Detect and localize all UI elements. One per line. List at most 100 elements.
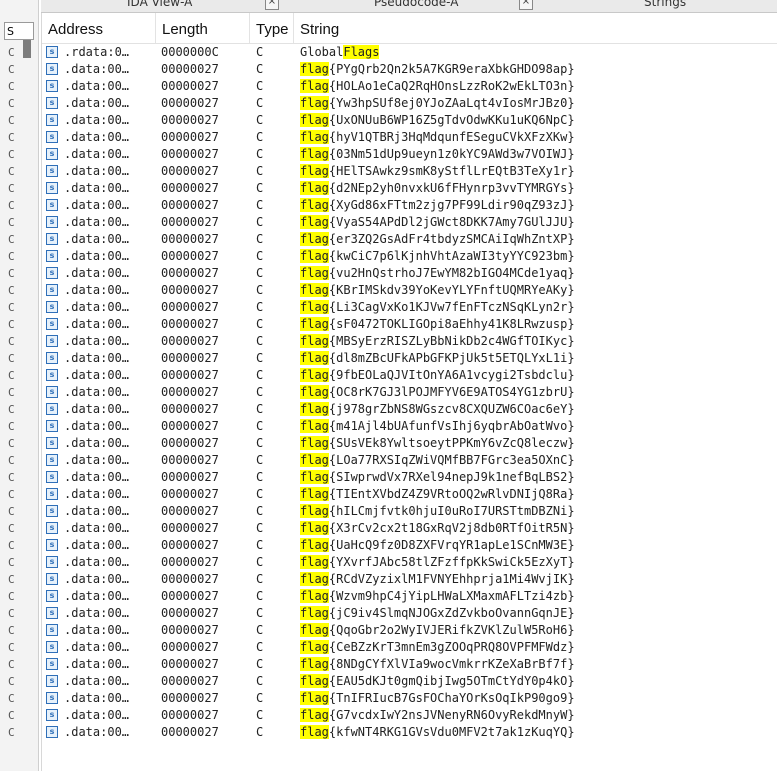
table-row[interactable]: s .data:00… 00000027 Cflag{LOa77RXSIqZWiVQM… <box>42 452 777 469</box>
table-row[interactable]: s .data:00… 00000027 Cflag{d2NEp2yh0nvxkU6f… <box>42 180 777 197</box>
table-row[interactable]: s .data:00… 00000027 Cflag{Li3CagVxKo1KJVw7… <box>42 299 777 316</box>
table-body: s .rdata:0… 0000000C C GlobalFlags s .data:00…… <box>42 44 777 741</box>
left-pane-type-cell: C <box>8 709 15 722</box>
table-row[interactable]: s .data:00… 00000027 Cflag{jC9iv4SlmqNJOGxZ… <box>42 605 777 622</box>
cell-type: C <box>256 351 264 365</box>
search-highlight: flag <box>300 249 329 263</box>
cell-length: 00000027 <box>161 521 219 535</box>
search-highlight: flag <box>300 538 329 552</box>
left-pane-type-cell: C <box>8 148 15 161</box>
left-pane-type-cell: C <box>8 63 15 76</box>
cell-length: 00000027 <box>161 130 219 144</box>
table-row[interactable]: s .data:00… 00000027 Cflag{vu2HnQstrhoJ7EwY… <box>42 265 777 282</box>
table-row[interactable]: s .rdata:0… 0000000C C GlobalFlags <box>42 44 777 61</box>
cell-length: 00000027 <box>161 232 219 246</box>
left-pane-type-cell: C <box>8 607 15 620</box>
table-row[interactable]: s .data:00… 00000027 Cflag{er3ZQ2GsAdFr4tbd… <box>42 231 777 248</box>
table-row[interactable]: s .data:00… 00000027 Cflag{EAU5dKJt0gmQibjI… <box>42 673 777 690</box>
cell-type: C <box>256 198 264 212</box>
table-row[interactable]: s .data:00… 00000027 Cflag{8NDgCYfXlVIa9woc… <box>42 656 777 673</box>
string-item-icon: s <box>46 437 58 449</box>
search-highlight: flag <box>300 317 329 331</box>
table-row[interactable]: s .data:00… 00000027 Cflag{kwCiC7p6lKjnhVht… <box>42 248 777 265</box>
table-row[interactable]: s .data:00… 00000027 Cflag{UaHcQ9fz0D8ZXFVr… <box>42 537 777 554</box>
string-item-icon: s <box>46 607 58 619</box>
table-row[interactable]: s .data:00… 00000027 Cflag{9fbEOLaQJVItOnYA… <box>42 367 777 384</box>
table-row[interactable]: s .data:00… 00000027 Cflag{YXvrfJAbc58tlZFz… <box>42 554 777 571</box>
cell-address: .data:00… <box>64 402 130 416</box>
string-value: {MBSyErzRISZLyBbNikDb2c4WGfTOIKyc} <box>328 334 575 348</box>
table-row[interactable]: s .data:00… 00000027 Cflag{X3rCv2cx2t18GxRq… <box>42 520 777 537</box>
cell-address: .data:00… <box>64 96 130 110</box>
cell-type: C <box>256 283 264 297</box>
table-row[interactable]: s .data:00… 00000027 Cflag{hyV1QTBRj3HqMdqu… <box>42 129 777 146</box>
table-row[interactable]: s .data:00… 00000027 Cflag{XyGd86xFTtm2zjg7… <box>42 197 777 214</box>
search-highlight: flag <box>300 470 329 484</box>
table-row[interactable]: s .data:00… 00000027 Cflag{SUsVEk8Ywltsoeyt… <box>42 435 777 452</box>
left-pane-type-cell: C <box>8 114 15 127</box>
table-row[interactable]: s .data:00… 00000027 Cflag{SIwprwdVx7RXel94… <box>42 469 777 486</box>
string-item-icon: s <box>46 131 58 143</box>
tab-pseudocode-a-close-icon[interactable]: × <box>519 0 533 10</box>
tab-ida-view-a-close-icon[interactable]: × <box>265 0 279 10</box>
cell-type: C <box>256 521 264 535</box>
column-header-string[interactable]: String <box>294 13 777 43</box>
string-item-icon: s <box>46 148 58 160</box>
table-row[interactable]: s .data:00… 00000027 Cflag{PYgQrb2Qn2k5A7KG… <box>42 61 777 78</box>
search-highlight: flag <box>300 487 329 501</box>
tab-ida-view-a[interactable]: IDA View-A <box>127 0 192 11</box>
table-row[interactable]: s .data:00… 00000027 Cflag{TnIFRIucB7GsFOCh… <box>42 690 777 707</box>
cell-address: .data:00… <box>64 487 130 501</box>
table-row[interactable]: s .data:00… 00000027 Cflag{OC8rK7GJ3lPOJMFY… <box>42 384 777 401</box>
string-item-icon: s <box>46 301 58 313</box>
table-row[interactable]: s .data:00… 00000027 Cflag{hILCmjfvtk0hjuI0… <box>42 503 777 520</box>
cell-address: .data:00… <box>64 589 130 603</box>
table-row[interactable]: s .data:00… 00000027 Cflag{KBrIMSkdv39YoKev… <box>42 282 777 299</box>
cell-length: 00000027 <box>161 334 219 348</box>
table-row[interactable]: s .data:00… 00000027 Cflag{UxONUuB6WP16Z5gT… <box>42 112 777 129</box>
table-row[interactable]: s .data:00… 00000027 Cflag{Yw3hpSUf8ej0YJoZ… <box>42 95 777 112</box>
string-item-icon: s <box>46 556 58 568</box>
table-row[interactable]: s .data:00… 00000027 Cflag{G7vcdxIwY2nsJVNe… <box>42 707 777 724</box>
table-row[interactable]: s .data:00… 00000027 Cflag{sF0472TOKLIGOpi8… <box>42 316 777 333</box>
cell-address: .data:00… <box>64 181 130 195</box>
table-row[interactable]: s .data:00… 00000027 Cflag{m41Ajl4bUAfunfVs… <box>42 418 777 435</box>
table-row[interactable]: s .data:00… 00000027 Cflag{HElTSAwkz9smK8yS… <box>42 163 777 180</box>
table-row[interactable]: s .data:00… 00000027 Cflag{kfwNT4RKG1GVsVdu… <box>42 724 777 741</box>
cell-type: C <box>256 504 264 518</box>
string-item-icon: s <box>46 641 58 653</box>
cell-length: 00000027 <box>161 164 219 178</box>
search-highlight: flag <box>300 385 329 399</box>
cell-address: .data:00… <box>64 283 130 297</box>
table-row[interactable]: s .data:00… 00000027 Cflag{j978grZbNS8WGszc… <box>42 401 777 418</box>
table-row[interactable]: s .data:00… 00000027 Cflag{QqoGbr2o2WyIVJER… <box>42 622 777 639</box>
search-highlight: flag <box>300 589 329 603</box>
column-header-address[interactable]: Address <box>42 13 156 43</box>
table-row[interactable]: s .data:00… 00000027 Cflag{VyaS54APdDl2jGWc… <box>42 214 777 231</box>
column-header-length[interactable]: Length <box>156 13 250 43</box>
table-row[interactable]: s .data:00… 00000027 Cflag{TIEntXVbdZ4Z9VRt… <box>42 486 777 503</box>
cell-string: flag{G7vcdxIwY2nsJVNenyRN6OvyRekdMnyW} <box>300 707 575 724</box>
table-row[interactable]: s .data:00… 00000027 Cflag{RCdVZyzixlM1FVNY… <box>42 571 777 588</box>
cell-string: flag{kfwNT4RKG1GVsVdu0MFV2t7ak1zKuqYQ} <box>300 724 575 741</box>
cell-type: C <box>256 147 264 161</box>
table-row[interactable]: s .data:00… 00000027 Cflag{CeBZzKrT3mnEm3gZ… <box>42 639 777 656</box>
tab-pseudocode-a[interactable]: Pseudocode-A <box>374 0 458 11</box>
left-pane-scroll-thumb[interactable] <box>23 40 31 58</box>
string-item-icon: s <box>46 46 58 58</box>
string-item-icon: s <box>46 505 58 517</box>
table-row[interactable]: s .data:00… 00000027 Cflag{dl8mZBcUFkAPbGFK… <box>42 350 777 367</box>
left-pane-type-cell: C <box>8 318 15 331</box>
string-item-icon: s <box>46 80 58 92</box>
search-highlight: flag <box>300 198 329 212</box>
left-pane-column-header[interactable]: S <box>4 22 34 40</box>
table-row[interactable]: s .data:00… 00000027 Cflag{03Nm51dUp9ueyn1z… <box>42 146 777 163</box>
column-header-type[interactable]: Type <box>250 13 294 43</box>
cell-length: 00000027 <box>161 181 219 195</box>
table-row[interactable]: s .data:00… 00000027 Cflag{HOLAo1eCaQ2RqHOn… <box>42 78 777 95</box>
table-row[interactable]: s .data:00… 00000027 Cflag{Wzvm9hpC4jYipLHW… <box>42 588 777 605</box>
cell-type: C <box>256 96 264 110</box>
table-row[interactable]: s .data:00… 00000027 Cflag{MBSyErzRISZLyBbN… <box>42 333 777 350</box>
tab-strings[interactable]: Strings <box>644 0 686 11</box>
string-item-icon: s <box>46 267 58 279</box>
